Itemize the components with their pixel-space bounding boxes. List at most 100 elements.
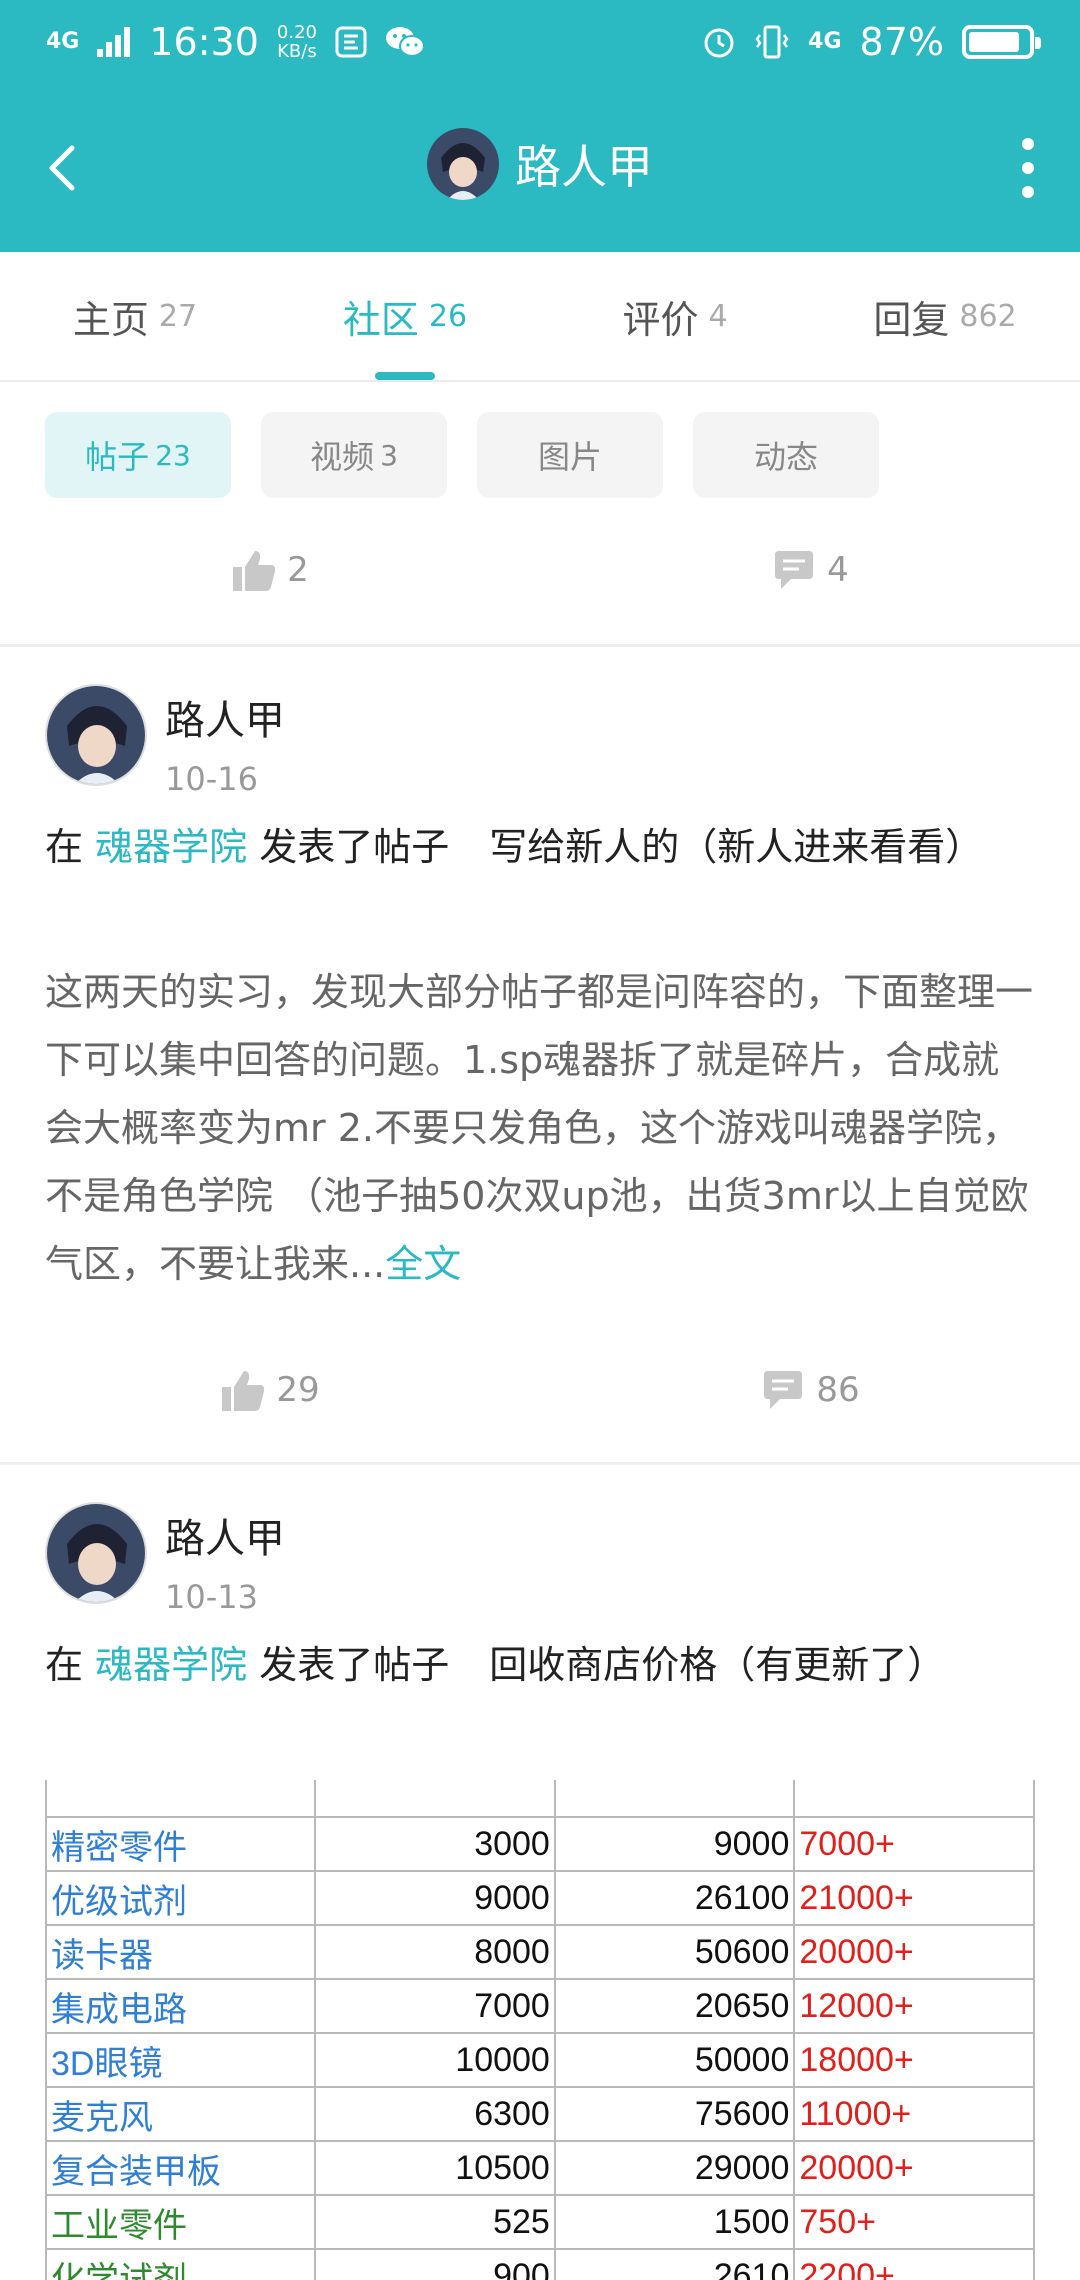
- post-headline[interactable]: 在 魂器学院 发表了帖子 回收商店价格（有更新了）: [45, 1634, 1035, 1696]
- status-bar: 4G 16:30 0.20 KB/s 4G 87%: [0, 0, 1080, 84]
- table-row: 优级试剂 9000 26100 21000+: [45, 1870, 1035, 1926]
- table-cell: 10000: [314, 2032, 556, 2088]
- comment-icon: [764, 1371, 803, 1409]
- avatar[interactable]: [45, 684, 147, 786]
- table-cell: 18000+: [793, 2032, 1035, 2088]
- title-bar: 路人甲: [0, 118, 1080, 218]
- table-cell: 麦克风: [45, 2086, 317, 2142]
- chip-posts[interactable]: 帖子 23: [45, 412, 231, 498]
- table-cell: 7000+: [793, 1816, 1035, 1872]
- net-speed: 0.20 KB/s: [276, 22, 317, 62]
- chip-images[interactable]: 图片: [477, 412, 663, 498]
- network-type: 4G: [46, 29, 80, 54]
- signal-icon: [97, 27, 131, 57]
- table-cell: 工业零件: [45, 2194, 317, 2250]
- like-button[interactable]: 2: [0, 530, 540, 610]
- comment-button[interactable]: 86: [540, 1350, 1080, 1430]
- post-body[interactable]: 这两天的实习，发现大部分帖子都是问阵容的，下面整理一下可以集中回答的问题。1.s…: [45, 958, 1035, 1298]
- post-date: 10-16: [165, 760, 258, 798]
- table-cell: 50600: [553, 1924, 796, 1980]
- post-author[interactable]: 路人甲 10-16: [45, 684, 285, 798]
- table-cell: 化学试剂: [45, 2248, 317, 2280]
- post-author[interactable]: 路人甲 10-13: [45, 1502, 285, 1616]
- table-cell: 1500: [553, 2194, 796, 2250]
- filter-chips: 帖子 23 视频 3 图片 动态: [45, 412, 879, 498]
- club-link[interactable]: 魂器学院: [95, 825, 247, 869]
- chip-videos[interactable]: 视频 3: [261, 412, 447, 498]
- chip-activity[interactable]: 动态: [693, 412, 879, 498]
- battery-percent: 87%: [859, 20, 944, 64]
- table-cell: 集成电路: [45, 1978, 317, 2034]
- author-name: 路人甲: [165, 698, 285, 744]
- header-avatar[interactable]: [427, 128, 499, 200]
- table-cell: 3000: [314, 1816, 556, 1872]
- table-cell: 20000+: [793, 1924, 1035, 1980]
- table-cell: 21000+: [793, 1870, 1035, 1926]
- app-notification-icon: [335, 26, 367, 58]
- tab-home[interactable]: 主页 27: [0, 252, 270, 380]
- post-card[interactable]: 路人甲 10-16 在 魂器学院 发表了帖子 写给新人的（新人进来看看） 这两天的…: [0, 644, 1080, 1464]
- alarm-icon: [704, 28, 734, 58]
- table-row: 化学试剂 900 2610 2200+: [45, 2248, 1035, 2280]
- table-cell: 50000: [553, 2032, 796, 2088]
- table-cell: 8000: [314, 1924, 556, 1980]
- table-row: 精密零件 3000 9000 7000+: [45, 1816, 1035, 1872]
- table-row: 集成电路 7000 20650 12000+: [45, 1978, 1035, 2034]
- table-cell: 75600: [553, 2086, 796, 2142]
- table-cell: 10500: [314, 2140, 556, 2196]
- post-title: 回收商店价格（有更新了）: [489, 1643, 946, 1687]
- table-cell: 读卡器: [45, 1924, 317, 1980]
- table-cell: 26100: [553, 1870, 796, 1926]
- table-cell: 7000: [314, 1978, 556, 2034]
- table-cell: 20000+: [793, 2140, 1035, 2196]
- author-name: 路人甲: [165, 1516, 285, 1562]
- tab-community[interactable]: 社区 26: [270, 252, 540, 380]
- network-type-right: 4G: [808, 29, 842, 54]
- table-cell: 900: [314, 2248, 556, 2280]
- comment-button[interactable]: 4: [540, 530, 1080, 610]
- table-cell: 2200+: [793, 2248, 1035, 2280]
- thumbs-up-icon: [222, 1371, 265, 1411]
- post-title: 写给新人的（新人进来看看）: [489, 825, 984, 869]
- profile-tabs: 主页 27 社区 26 评价 4 回复 862: [0, 252, 1080, 382]
- like-button[interactable]: 29: [0, 1350, 540, 1430]
- post-action-row: 29 86: [0, 1350, 1080, 1430]
- club-link[interactable]: 魂器学院: [95, 1643, 247, 1687]
- vibrate-icon: [755, 25, 789, 59]
- action-row: 2 4: [0, 530, 1080, 610]
- table-cell: 3D眼镜: [45, 2032, 317, 2088]
- page-title: 路人甲: [515, 140, 653, 194]
- table-row: 麦克风 6300 75600 11000+: [45, 2086, 1035, 2142]
- post-headline[interactable]: 在 魂器学院 发表了帖子 写给新人的（新人进来看看）: [45, 816, 1035, 878]
- table-cell: 20650: [553, 1978, 796, 2034]
- table-cell: 复合装甲板: [45, 2140, 317, 2196]
- table-cell: 29000: [553, 2140, 796, 2196]
- table-cell: 6300: [314, 2086, 556, 2142]
- table-cell: 9000: [314, 1870, 556, 1926]
- price-table: 精密零件 3000 9000 7000+ 优级试剂 9000 26100 21000+ 读卡器 8…: [45, 1780, 1035, 2280]
- table-row: 3D眼镜 10000 50000 18000+: [45, 2032, 1035, 2088]
- table-cell: 525: [314, 2194, 556, 2250]
- table-cell: 优级试剂: [45, 1870, 317, 1926]
- tab-reviews[interactable]: 评价 4: [540, 252, 810, 380]
- post-date: 10-13: [165, 1578, 258, 1616]
- table-row: 工业零件 525 1500 750+: [45, 2194, 1035, 2250]
- table-row: 复合装甲板 10500 29000 20000+: [45, 2140, 1035, 2196]
- table-cell: 9000: [553, 1816, 796, 1872]
- battery-icon: [962, 25, 1041, 59]
- clock: 16:30: [149, 20, 259, 64]
- avatar[interactable]: [45, 1502, 147, 1604]
- table-cell: 精密零件: [45, 1816, 317, 1872]
- read-more-link[interactable]: 全文: [385, 1242, 461, 1286]
- app-header: 4G 16:30 0.20 KB/s 4G 87% 路人甲: [0, 0, 1080, 252]
- table-row: 读卡器 8000 50600 20000+: [45, 1924, 1035, 1980]
- wechat-icon: [385, 27, 425, 57]
- table-cell: 11000+: [793, 2086, 1035, 2142]
- post-image-price-table[interactable]: 精密零件 3000 9000 7000+ 优级试剂 9000 26100 21000+ 读卡器 8…: [45, 1780, 1035, 2280]
- tab-replies[interactable]: 回复 862: [810, 252, 1080, 380]
- comment-icon: [775, 551, 814, 589]
- table-cell: 750+: [793, 2194, 1035, 2250]
- more-options-icon[interactable]: [1016, 132, 1040, 204]
- table-cell: 12000+: [793, 1978, 1035, 2034]
- table-row: [45, 1780, 1035, 1818]
